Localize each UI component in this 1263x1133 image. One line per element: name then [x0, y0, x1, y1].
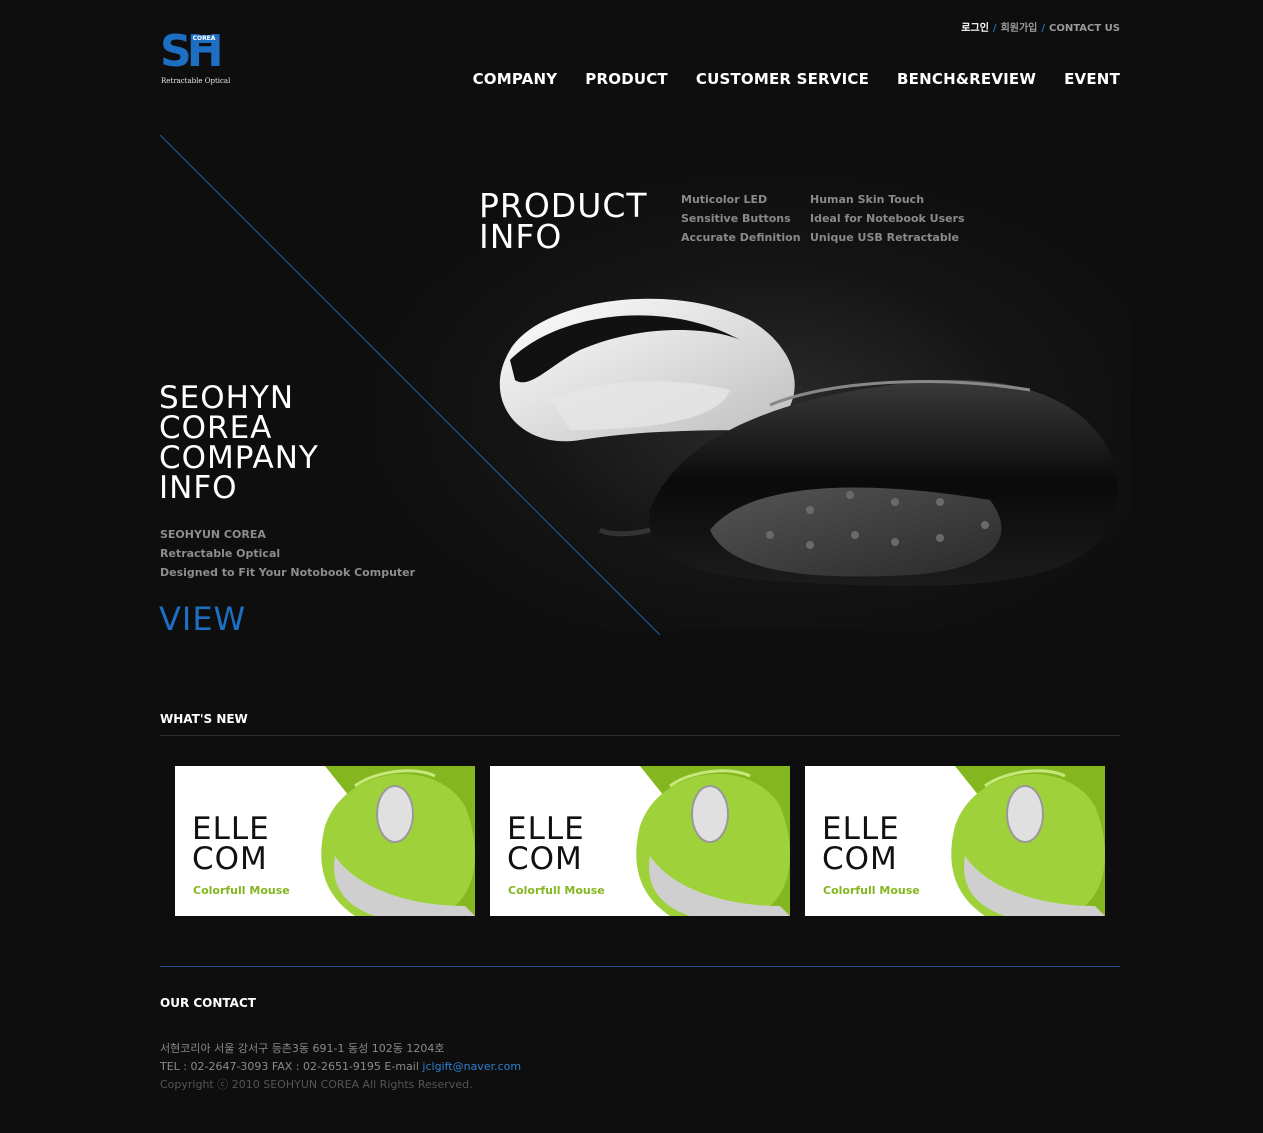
news-card[interactable]: ELLE COM Colorfull Mouse — [490, 766, 790, 916]
title-line: COM — [822, 841, 898, 877]
footer-divider — [160, 966, 1120, 967]
company-info-subtitle: SEOHYUN COREA Retractable Optical Design… — [160, 525, 415, 582]
subtitle-line: Designed to Fit Your Notobook Computer — [160, 566, 416, 579]
tel-fax-text: TEL : 02-2647-3093 FAX : 02-2651-9195 E-… — [160, 1060, 423, 1073]
title-line: ELLE — [507, 811, 585, 847]
card-subtitle: Colorfull Mouse — [823, 884, 920, 897]
title-line: INFO — [159, 470, 238, 506]
feature-item: Human Skin Touch — [810, 193, 925, 206]
whats-new-title: WHAT'S NEW — [160, 712, 248, 726]
copyright: Copyright ⓒ 2010 SEOHYUN COREA All Right… — [160, 1078, 473, 1091]
address-line: 서현코리아 서울 강서구 등촌3동 691-1 동성 102동 1204호 — [160, 1042, 445, 1055]
product-info-title: PRODUCT INFO — [479, 189, 648, 256]
nav-customer-service[interactable]: CUSTOMER SERVICE — [696, 70, 869, 88]
title-line: ELLE — [192, 811, 270, 847]
separator: / — [992, 23, 997, 34]
title-line: ELLE — [822, 811, 900, 847]
news-card[interactable]: ELLE COM Colorfull Mouse — [805, 766, 1105, 916]
feature-item: Muticolor LED — [681, 193, 768, 206]
card-title: ELLE COM — [192, 811, 270, 877]
contact-info: 서현코리아 서울 강서구 등촌3동 691-1 동성 102동 1204호 TE… — [160, 1040, 521, 1094]
utility-links: 로그인 / 회원가입 / CONTACT US — [961, 19, 1120, 34]
site-logo[interactable]: SH COREA Retractable Optical — [160, 30, 230, 88]
card-title: ELLE COM — [507, 811, 585, 877]
title-line: COM — [507, 841, 583, 877]
logo-tagline: Retractable Optical — [161, 77, 231, 85]
features-list: Human Skin Touch Ideal for Notebook User… — [810, 190, 965, 247]
company-info-title: SEOHYN COREA COMPANY INFO — [159, 380, 319, 506]
title-line: COMPANY — [159, 440, 319, 476]
feature-item: Unique USB Retractable — [810, 231, 959, 244]
contact-us-link[interactable]: CONTACT US — [1049, 23, 1120, 34]
main-nav: COMPANY PRODUCT CUSTOMER SERVICE BENCH&R… — [473, 70, 1120, 88]
divider — [160, 735, 1120, 736]
feature-item: Sensitive Buttons — [681, 212, 791, 225]
hero-mouse-image — [499, 298, 1118, 587]
nav-event[interactable]: EVENT — [1064, 70, 1120, 88]
title-line: COM — [192, 841, 268, 877]
nav-bench-review[interactable]: BENCH&REVIEW — [897, 70, 1036, 88]
title-line: SEOHYN — [159, 380, 295, 416]
feature-item: Accurate Definition — [681, 231, 801, 244]
subtitle-line: SEOHYUN COREA — [160, 528, 266, 541]
logo-badge: COREA — [191, 35, 217, 43]
news-card[interactable]: ELLE COM Colorfull Mouse — [175, 766, 475, 916]
subtitle-line: Retractable Optical — [160, 547, 281, 560]
phone-line: TEL : 02-2647-3093 FAX : 02-2651-9195 E-… — [160, 1058, 521, 1076]
nav-product[interactable]: PRODUCT — [585, 70, 668, 88]
email-link[interactable]: jclgift@naver.com — [422, 1060, 521, 1073]
title-line: COREA — [159, 410, 273, 446]
signup-link[interactable]: 회원가입 — [1001, 19, 1038, 34]
separator: / — [1041, 23, 1046, 34]
title-line: INFO — [479, 217, 563, 256]
features-list: Muticolor LED Sensitive Buttons Accurate… — [681, 190, 801, 247]
card-title: ELLE COM — [822, 811, 900, 877]
card-subtitle: Colorfull Mouse — [193, 884, 290, 897]
view-link[interactable]: VIEW — [159, 600, 246, 638]
nav-company[interactable]: COMPANY — [473, 70, 558, 88]
login-link[interactable]: 로그인 — [961, 19, 989, 34]
feature-item: Ideal for Notebook Users — [810, 212, 965, 225]
our-contact-title: OUR CONTACT — [160, 996, 256, 1010]
card-subtitle: Colorfull Mouse — [508, 884, 605, 897]
